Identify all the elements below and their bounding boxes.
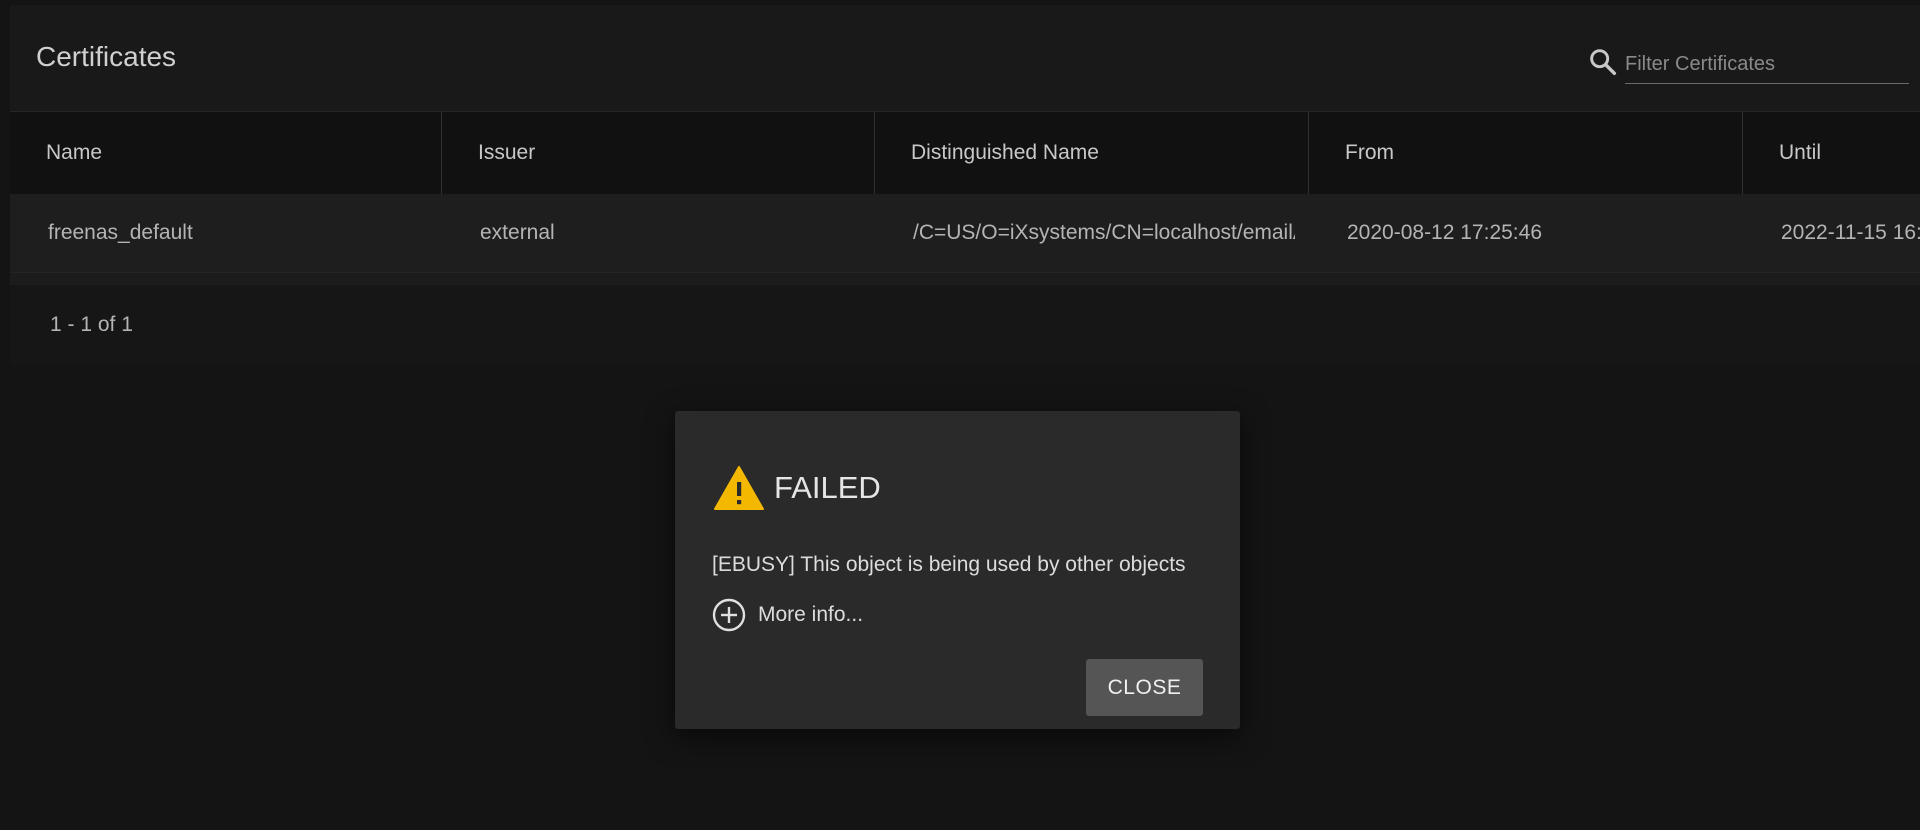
more-info-label[interactable]: More info... [758,603,863,627]
cell-until: 2022-11-15 16:25:46 [1781,221,1920,244]
column-header-until[interactable]: Until [1743,112,1920,194]
column-header-distinguished-name[interactable]: Distinguished Name [875,112,1309,194]
paginator-range-label: 1 - 1 of 1 [50,313,133,336]
error-dialog: FAILED [EBUSY] This object is being used… [675,411,1240,729]
table-header-row: Name Issuer Distinguished Name From Unti… [10,111,1920,195]
column-header-name[interactable]: Name [10,112,442,194]
table-row[interactable]: freenas_default external /C=US/O=iXsyste… [10,194,1920,273]
plus-circle-icon[interactable] [712,598,746,632]
certificates-card: Certificates Name Issuer Distinguished N… [10,5,1920,365]
dialog-title: FAILED [774,470,881,505]
page-title: Certificates [36,41,177,72]
dialog-message: [EBUSY] This object is being used by oth… [712,553,1186,576]
certificates-page: Certificates Name Issuer Distinguished N… [0,0,1920,830]
filter-certificates-input[interactable] [1625,45,1909,84]
cell-from: 2020-08-12 17:25:46 [1347,221,1542,244]
cell-distinguished-name: /C=US/O=iXsystems/CN=localhost/emailAddr… [913,221,1295,244]
cell-issuer: external [480,221,555,244]
close-button[interactable]: CLOSE [1086,659,1203,716]
column-header-issuer[interactable]: Issuer [442,112,875,194]
warning-icon [714,466,764,510]
column-header-from[interactable]: From [1309,112,1743,194]
table-footer: 1 - 1 of 1 [10,285,1920,365]
search-icon[interactable] [1587,46,1619,78]
card-header: Certificates [10,5,1920,111]
cell-name: freenas_default [48,221,193,244]
more-info-toggle[interactable]: More info... [712,597,863,633]
